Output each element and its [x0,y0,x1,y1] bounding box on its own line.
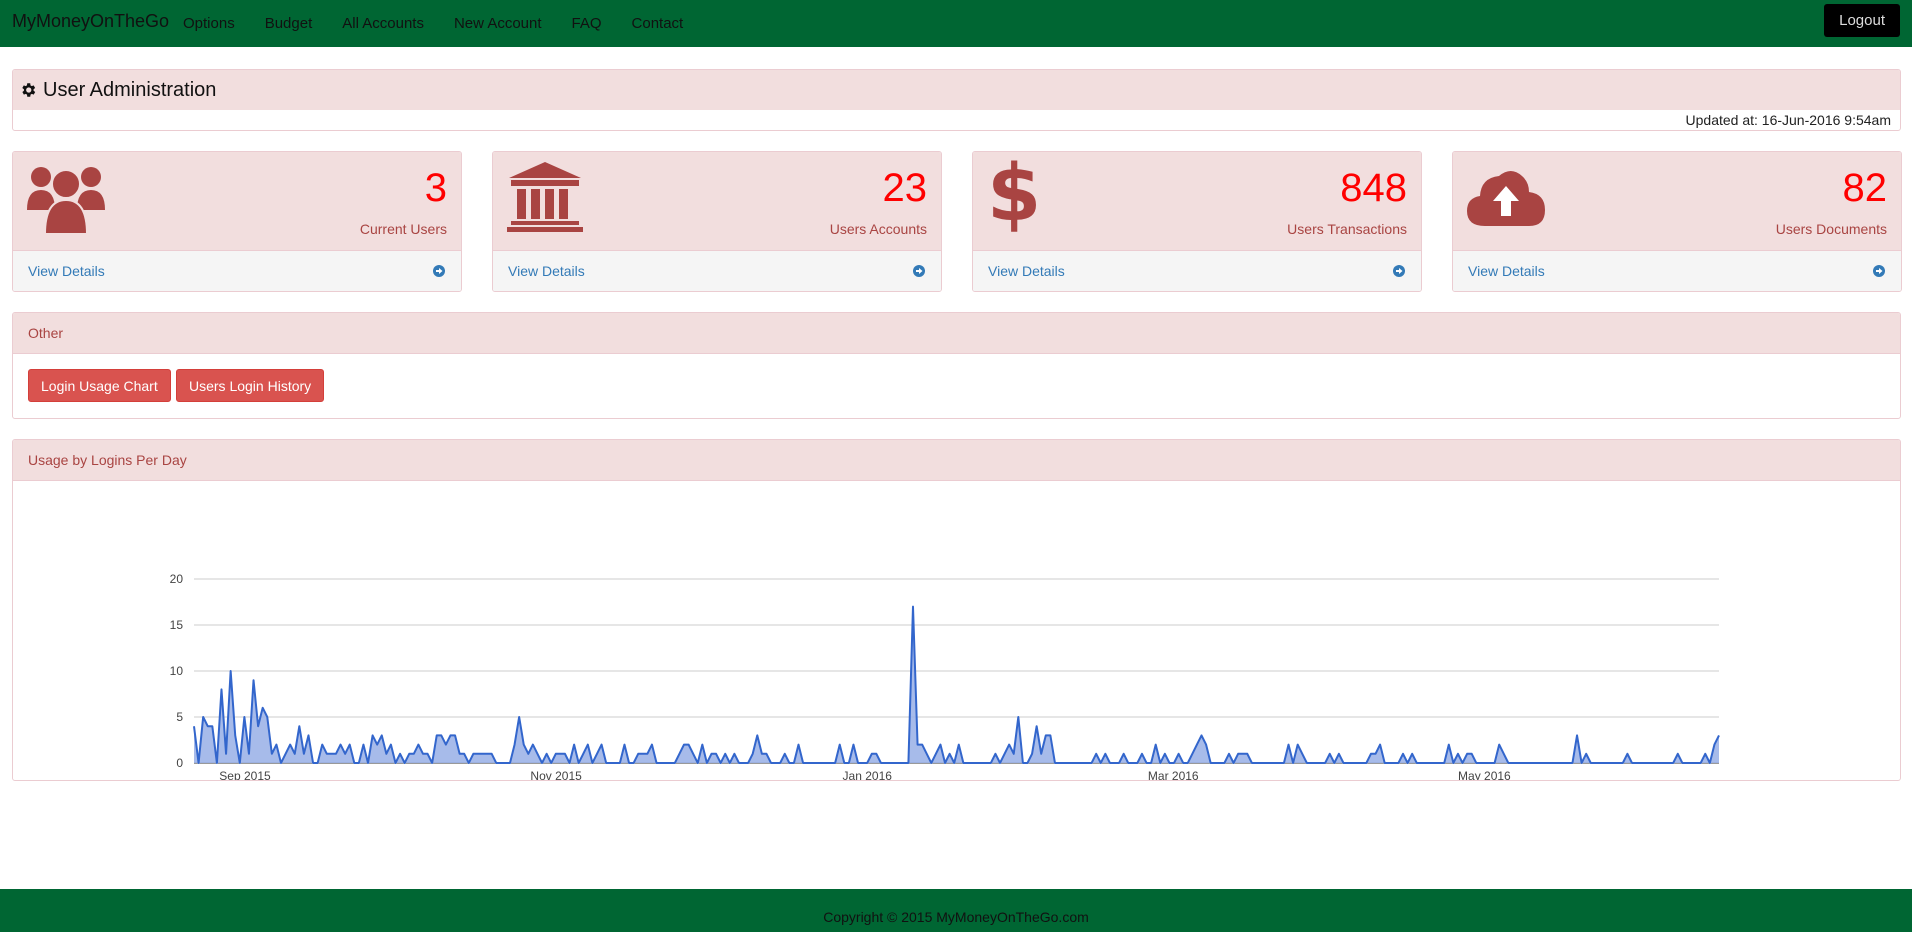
bank-icon [507,162,583,232]
stat-card-users: 3 Current Users View Details [12,151,462,292]
stat-label: Current Users [359,221,447,237]
y-tick-label: 0 [176,756,183,770]
cloud-upload-icon [1467,171,1545,226]
nav-all-accounts[interactable]: All Accounts [327,0,439,47]
usage-chart-panel: Usage by Logins Per Day 0 5 10 15 20 Sep 2015… [12,439,1901,781]
stat-value: 23 [882,166,928,210]
login-usage-chart-button[interactable]: Login Usage Chart [28,369,171,402]
other-panel: Other Login Usage Chart Users Login Hist… [12,312,1901,419]
arrow-circle-right-icon [433,265,445,277]
dollar-icon: $ [987,151,1042,239]
arrow-circle-right-icon [1393,265,1405,277]
series-area [194,606,1719,763]
page-title: User Administration [43,78,217,101]
brand-link[interactable]: MyMoneyOnTheGo [12,11,169,32]
nav-faq[interactable]: FAQ [557,0,617,47]
stat-label: Users Accounts [829,221,927,237]
copyright-text: Copyright © 2015 MyMoneyOnTheGo.com [823,909,1089,925]
view-details-text[interactable]: View Details [28,263,105,279]
stat-card-documents: 82 Users Documents View Details [1452,151,1902,292]
logout-button[interactable]: Logout [1824,4,1900,37]
view-details-text[interactable]: View Details [988,263,1065,279]
stat-value: 82 [1842,166,1888,210]
gear-icon [22,83,36,97]
usage-chart-title: Usage by Logins Per Day [28,452,187,468]
y-tick-label: 20 [170,572,184,586]
stat-label: Users Transactions [1287,221,1407,237]
stat-card-top: $ 848 Users Transactions [973,152,1421,251]
stat-value: 848 [1340,166,1407,210]
users-login-history-button[interactable]: Users Login History [176,369,325,402]
x-tick-label: Mar 2016 [1148,769,1199,780]
view-details-link[interactable]: View Details [973,251,1421,291]
stat-card-top: 3 Current Users [13,152,461,251]
usage-chart: 0 5 10 15 20 Sep 2015 Nov 2015 Jan 2016 Mar 2016… [170,572,1720,780]
y-tick-label: 15 [170,618,184,632]
stat-value: 3 [424,166,447,210]
title-panel: User Administration Updated at: 16-Jun-2… [12,69,1901,131]
other-panel-title: Other [28,325,64,341]
x-tick-label: Sep 2015 [219,769,271,780]
navbar: MyMoneyOnTheGo Options Budget All Accoun… [0,0,1912,47]
y-tick-label: 5 [176,710,183,724]
view-details-text[interactable]: View Details [508,263,585,279]
other-panel-heading: Other [13,313,1900,354]
view-details-link[interactable]: View Details [1453,251,1901,291]
nav-options[interactable]: Options [168,0,250,47]
x-tick-label: Nov 2015 [530,769,582,780]
nav-links: Options Budget All Accounts New Account … [168,0,698,47]
view-details-link[interactable]: View Details [13,251,461,291]
footer: Copyright © 2015 MyMoneyOnTheGo.com [0,889,1912,932]
stat-card-accounts: 23 Users Accounts View Details [492,151,942,292]
nav-budget[interactable]: Budget [250,0,328,47]
stat-card-transactions: $ 848 Users Transactions View Details [972,151,1422,292]
view-details-link[interactable]: View Details [493,251,941,291]
x-tick-label: Jan 2016 [843,769,893,780]
x-tick-label: May 2016 [1458,769,1511,780]
stat-card-top: 82 Users Documents [1453,152,1901,251]
y-tick-label: 10 [170,664,184,678]
stat-label: Users Documents [1775,221,1887,237]
usage-chart-heading: Usage by Logins Per Day [13,440,1900,481]
arrow-circle-right-icon [1873,265,1885,277]
nav-new-account[interactable]: New Account [439,0,557,47]
users-icon [27,167,105,234]
view-details-text[interactable]: View Details [1468,263,1545,279]
series-line [193,605,1720,764]
nav-contact[interactable]: Contact [617,0,699,47]
updated-timestamp: Updated at: 16-Jun-2016 9:54am [1685,112,1891,128]
title-panel-heading: User Administration [13,70,1900,110]
arrow-circle-right-icon [913,265,925,277]
stat-card-top: 23 Users Accounts [493,152,941,251]
